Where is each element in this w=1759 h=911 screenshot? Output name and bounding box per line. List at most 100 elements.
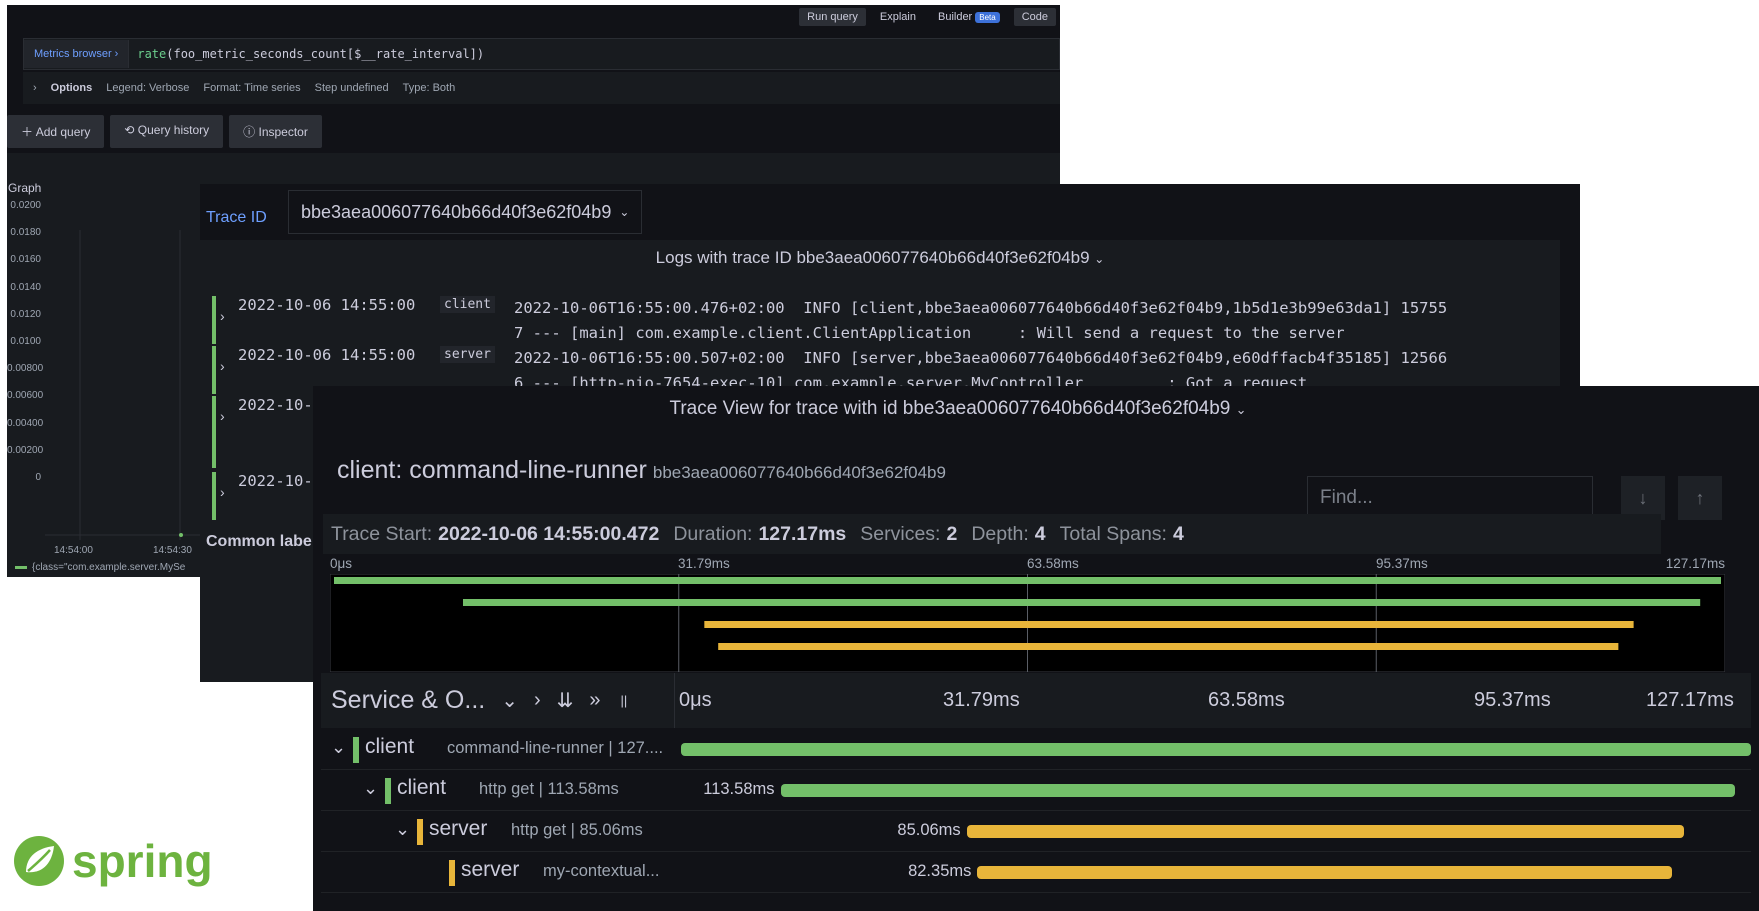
total-spans-value: 4: [1172, 522, 1184, 545]
code-tab[interactable]: Code: [1013, 8, 1056, 26]
chevron-right-icon[interactable]: ›: [220, 308, 225, 324]
spring-logo: spring: [12, 832, 213, 890]
chevron-down-icon[interactable]: ⌄: [363, 778, 378, 799]
timeline-tick: 0μs: [679, 689, 712, 711]
beta-badge: Beta: [975, 12, 1000, 23]
span-row[interactable]: ⌄ client http get | 113.58ms 113.58ms: [321, 770, 1751, 811]
logs-title[interactable]: Logs with trace ID bbe3aea006077640b66d4…: [200, 248, 1560, 268]
graph-y-tick: 0.0180: [10, 227, 41, 239]
trace-name: client: command-line-runner bbe3aea006077…: [337, 456, 946, 485]
log-level-bar: [212, 346, 216, 394]
trace-panel: Trace View for trace with id bbe3aea0060…: [313, 386, 1759, 911]
timeline-tick: 31.79ms: [943, 689, 1020, 711]
chevron-down-icon[interactable]: ⌄: [331, 737, 346, 758]
chevron-down-icon: ⌄: [1094, 252, 1105, 266]
span-row[interactable]: ⌄ server http get | 85.06ms 85.06ms: [321, 811, 1751, 852]
trace-minimap[interactable]: [330, 574, 1725, 672]
span-row[interactable]: ⌄ client command-line-runner | 127....: [321, 729, 1751, 770]
graph-y-tick: 0.0100: [10, 336, 41, 347]
chevron-right-icon[interactable]: ›: [534, 689, 541, 712]
legend-option: Legend: Verbose: [106, 82, 190, 94]
query-function: rate: [137, 47, 167, 61]
log-row[interactable]: › 2022-10-06 14:55:00 client 2022-10-06T…: [212, 296, 1542, 344]
chevron-right-icon[interactable]: ›: [220, 408, 225, 424]
services-value: 2: [946, 522, 958, 545]
span-duration-label: 85.06ms: [897, 821, 961, 839]
add-query-button[interactable]: ＋ Add query: [7, 115, 105, 148]
minimap-tick: 31.79ms: [678, 556, 730, 571]
service-color-marker: [449, 860, 455, 886]
span-duration-label: 82.35ms: [908, 862, 972, 880]
span-operation: http get | 113.58ms: [479, 780, 619, 798]
trace-id-small: bbe3aea006077640b66d40f3e62f04b9: [652, 463, 946, 482]
span-operation: my-contextual...: [543, 862, 660, 880]
double-chevron-down-icon[interactable]: ⇊: [557, 688, 574, 713]
chevron-down-icon[interactable]: ⌄: [501, 688, 518, 713]
trace-view-title[interactable]: Trace View for trace with id bbe3aea0060…: [313, 398, 1603, 420]
row-separator: [321, 892, 1751, 893]
log-level-bar: [212, 472, 216, 520]
graph-y-tick: 0: [35, 472, 41, 483]
chevron-right-icon[interactable]: ›: [220, 484, 225, 500]
add-query-label: Add query: [35, 125, 91, 139]
chevron-right-icon[interactable]: ›: [220, 358, 225, 374]
arrow-up-icon[interactable]: ↑: [1678, 476, 1722, 520]
minimap-span-bar: [718, 643, 1619, 650]
span-service-name: server: [461, 858, 520, 881]
trace-id-select[interactable]: bbe3aea006077640b66d40f3e62f04b9 ⌄: [288, 190, 643, 234]
timeline-tick: 127.17ms: [1646, 689, 1734, 711]
span-bar[interactable]: [681, 743, 1751, 756]
minimap-tick: 0μs: [330, 556, 353, 571]
chevron-down-icon[interactable]: ⌄: [395, 819, 410, 840]
minimap-span-bar: [334, 577, 1721, 584]
builder-tab[interactable]: Builder Beta: [930, 8, 1008, 26]
log-service-label: server: [440, 346, 495, 363]
duration-value: 127.17ms: [758, 522, 847, 545]
span-bar[interactable]: [966, 825, 1684, 838]
chevron-right-icon: ›: [33, 82, 37, 94]
query-history-label: Query history: [137, 123, 210, 137]
trace-id-label: Trace ID: [206, 209, 267, 226]
graph-legend[interactable]: {class="com.example.server.MySe: [15, 562, 185, 573]
query-row: Metrics browser › rate(foo_metric_second…: [23, 38, 1060, 70]
graph-y-tick: 0.0160: [10, 254, 41, 266]
trace-id-value: bbe3aea006077640b66d40f3e62f04b9: [301, 201, 612, 222]
query-actions: ＋ Add query ⟲ Query history ⓘ Inspector: [7, 115, 322, 148]
double-chevron-right-icon[interactable]: »: [589, 689, 600, 712]
chevron-down-icon: ⌄: [1235, 402, 1247, 417]
run-query-button[interactable]: Run query: [799, 8, 866, 26]
log-service-label: client: [440, 296, 495, 313]
graph-y-tick: 0.00600: [7, 390, 44, 402]
span-service-name: client: [365, 735, 415, 758]
minimap-tick: 127.17ms: [1665, 556, 1725, 571]
metrics-browser-button[interactable]: Metrics browser ›: [24, 40, 130, 68]
column-resize-handle[interactable]: ||: [621, 693, 628, 708]
graph-y-tick: 0.00200: [7, 444, 44, 456]
inspector-button[interactable]: ⓘ Inspector: [229, 115, 322, 148]
query-options-row[interactable]: › Options Legend: Verbose Format: Time s…: [23, 72, 1060, 104]
timeline-tick: 95.37ms: [1474, 689, 1551, 711]
minimap-tick: 95.37ms: [1376, 556, 1428, 571]
log-message: 2022-10-06T16:55:00.476+02:00 INFO [clie…: [514, 299, 1448, 342]
spring-leaf-icon: [14, 836, 64, 886]
minimap-ticks: 0μs 31.79ms 63.58ms 95.37ms 127.17ms: [330, 556, 1725, 572]
service-color-marker: [385, 778, 391, 804]
span-bar[interactable]: [977, 866, 1672, 879]
services-label: Services:: [860, 522, 941, 545]
spring-wordmark: spring: [72, 835, 213, 887]
query-input[interactable]: rate(foo_metric_seconds_count[$__rate_in…: [129, 47, 484, 61]
span-bar[interactable]: [780, 784, 1735, 797]
graph-title: Graph: [8, 181, 42, 195]
explain-toggle[interactable]: Explain: [872, 8, 924, 26]
depth-label: Depth:: [971, 522, 1029, 545]
format-option: Format: Time series: [203, 82, 301, 94]
query-history-button[interactable]: ⟲ Query history: [110, 115, 224, 148]
chevron-down-icon: ⌄: [619, 205, 630, 219]
span-table-header: Service & O... ⌄ › ⇊ » || 0μs 31.79ms 63…: [321, 673, 1751, 728]
graph-y-tick: 0.0140: [10, 281, 41, 293]
graph-x-tick-1: 14:54:30: [153, 545, 192, 556]
span-row[interactable]: server my-contextual... 82.35ms: [321, 852, 1751, 893]
depth-value: 4: [1034, 522, 1046, 545]
service-column-header: Service & O... ⌄ › ⇊ » ||: [331, 673, 627, 728]
legend-label: {class="com.example.server.MySe: [32, 562, 186, 573]
